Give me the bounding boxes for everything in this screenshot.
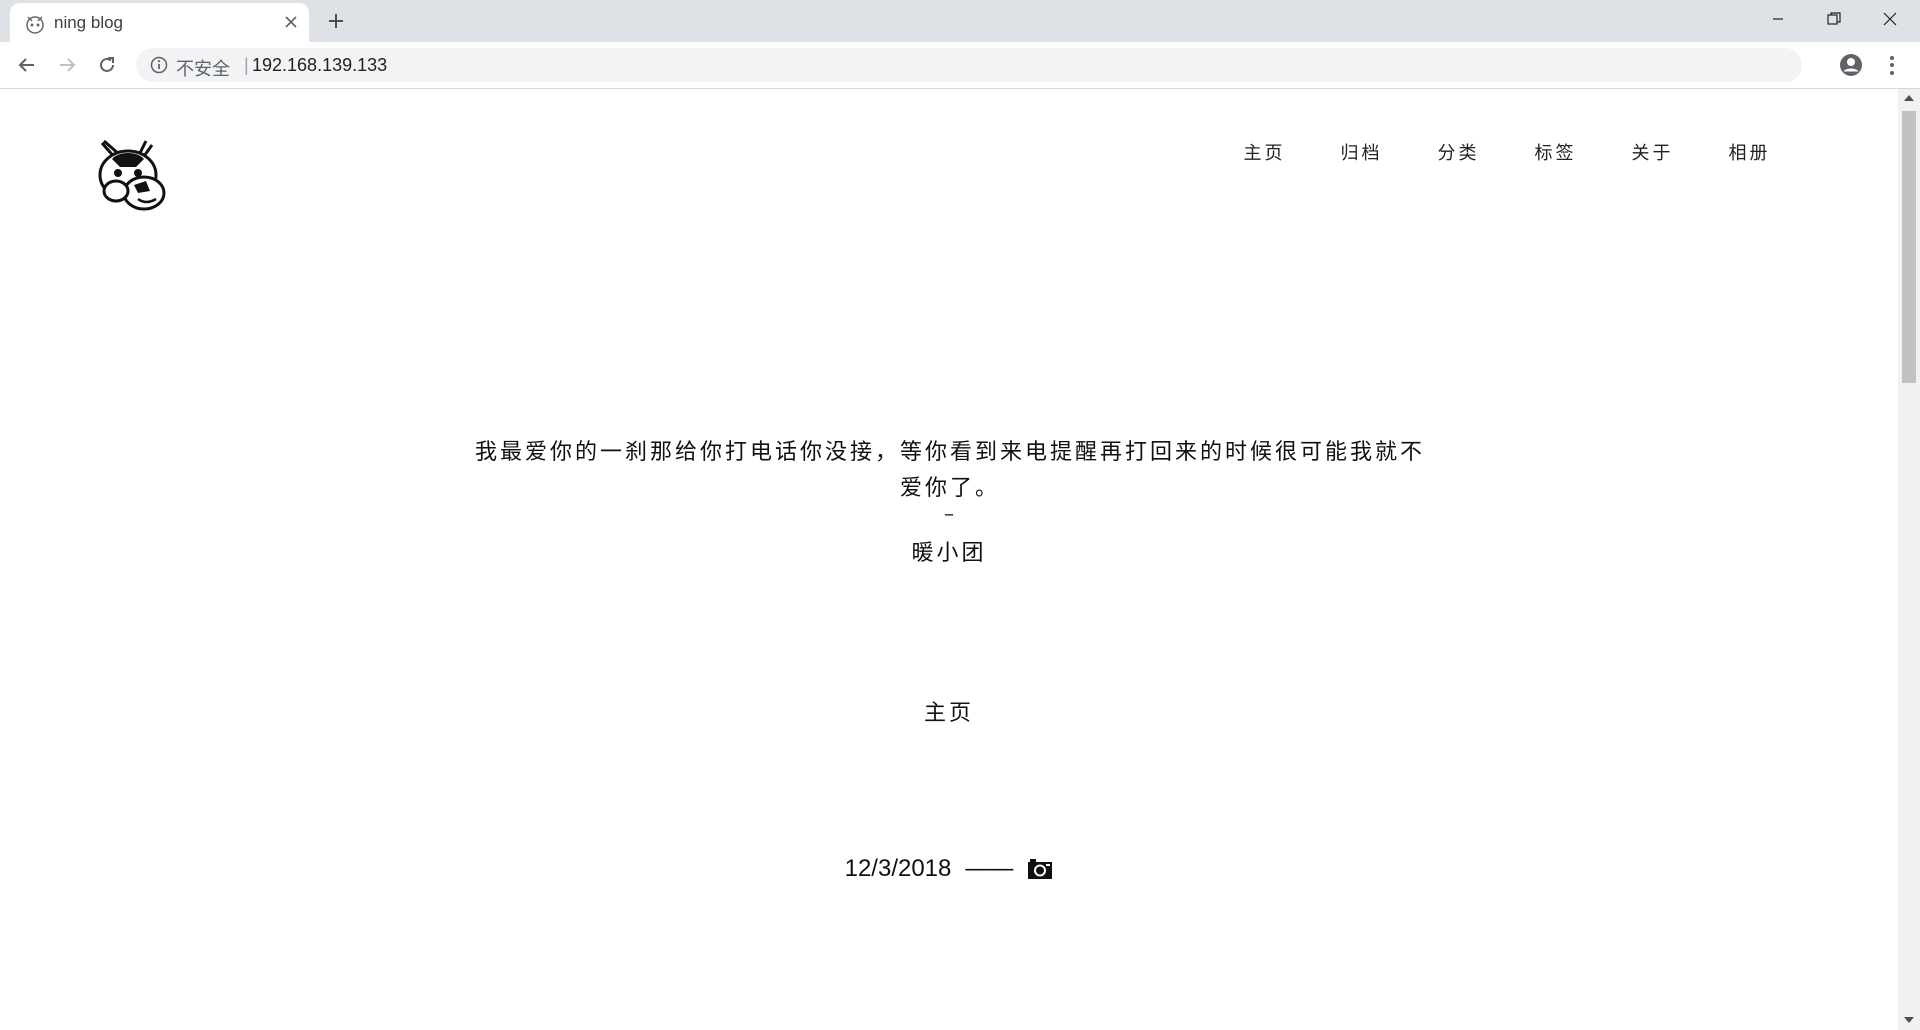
- nav-item-about[interactable]: 关于: [1604, 139, 1701, 165]
- restore-icon[interactable]: [1806, 0, 1862, 38]
- address-bar[interactable]: 不安全 | 192.168.139.133: [136, 48, 1802, 82]
- hero-quote: 我最爱你的一刹那给你打电话你没接，等你看到来电提醒再打回来的时候很可能我就不爱你…: [474, 440, 1425, 501]
- info-icon[interactable]: [150, 56, 168, 74]
- post-separator: ——: [965, 855, 1014, 882]
- tab-title: ning blog: [54, 13, 124, 32]
- nav-item-home[interactable]: 主页: [1216, 139, 1313, 165]
- new-tab-icon[interactable]: [323, 8, 349, 34]
- camera-icon[interactable]: [1027, 858, 1053, 880]
- nav-item-album[interactable]: 相册: [1701, 139, 1798, 165]
- url-text[interactable]: 192.168.139.133: [252, 55, 387, 76]
- nav-item-categories[interactable]: 分类: [1410, 139, 1507, 165]
- profile-icon[interactable]: [1838, 52, 1864, 78]
- browser-toolbar: 不安全 | 192.168.139.133: [0, 42, 1920, 89]
- back-icon[interactable]: [12, 50, 42, 80]
- forward-icon[interactable]: [52, 50, 82, 80]
- browser-tabstrip: ning blog: [0, 0, 1920, 42]
- browser-menu-icon[interactable]: [1882, 52, 1902, 78]
- scroll-up-icon[interactable]: [1903, 93, 1915, 103]
- post-entry[interactable]: 12/3/2018 ——: [0, 855, 1898, 883]
- page-viewport: 主页 归档 分类 标签 关于 相册 我最爱你的一刹那给你打电话你没接，等你看到来…: [0, 89, 1898, 1030]
- address-separator: |: [244, 55, 249, 75]
- site-nav: 主页 归档 分类 标签 关于 相册: [1216, 139, 1798, 165]
- scrollbar-thumb[interactable]: [1902, 111, 1916, 383]
- section-heading: 主页: [923, 701, 974, 726]
- quote-author: 暖小团: [911, 541, 987, 566]
- browser-tab[interactable]: ning blog: [10, 3, 309, 42]
- quote-dash: –: [944, 501, 954, 525]
- scroll-down-icon[interactable]: [1903, 1015, 1915, 1025]
- page-scrollbar[interactable]: [1898, 89, 1920, 1030]
- minimize-icon[interactable]: [1750, 0, 1806, 38]
- nav-item-tags[interactable]: 标签: [1507, 139, 1604, 165]
- close-tab-icon[interactable]: [280, 11, 302, 33]
- nav-item-archive[interactable]: 归档: [1313, 139, 1410, 165]
- security-label[interactable]: 不安全: [176, 55, 230, 81]
- favicon-icon: [26, 16, 44, 34]
- reload-icon[interactable]: [92, 50, 122, 80]
- post-date: 12/3/2018: [844, 855, 952, 882]
- dog-logo-icon[interactable]: [94, 137, 170, 213]
- close-window-icon[interactable]: [1862, 0, 1918, 38]
